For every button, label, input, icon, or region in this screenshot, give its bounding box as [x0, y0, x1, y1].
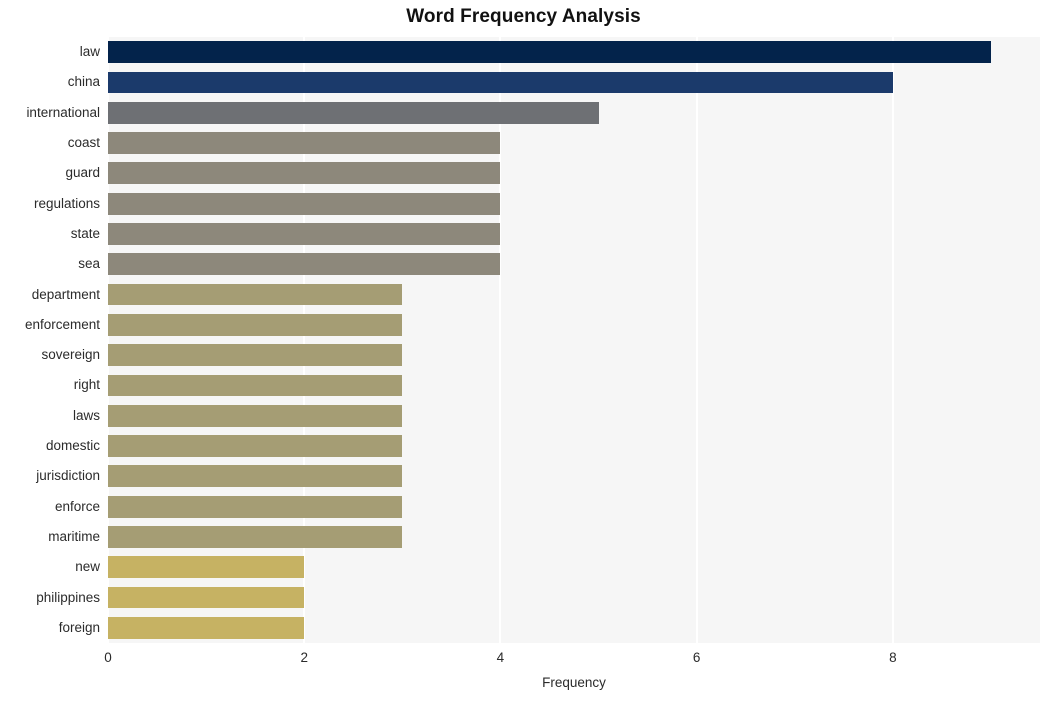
x-tick-label-6: 6: [692, 650, 701, 665]
y-tick-label-sovereign: sovereign: [41, 347, 100, 363]
x-axis-label: Frequency: [542, 675, 606, 690]
x-tick-label-2: 2: [300, 650, 308, 665]
x-tick-label-4: 4: [496, 650, 505, 665]
y-tick-label-new: new: [75, 559, 100, 575]
y-tick-label-department: department: [31, 286, 100, 302]
y-tick-label-international: international: [26, 104, 100, 120]
y-tick-label-maritime: maritime: [48, 528, 100, 544]
y-tick-label-coast: coast: [67, 135, 100, 151]
y-tick-label-sea: sea: [78, 256, 100, 272]
y-tick-label-law: law: [79, 44, 100, 60]
y-tick-label-right: right: [73, 377, 100, 393]
page-title: Word Frequency Analysis: [406, 6, 641, 27]
y-tick-label-jurisdiction: jurisdiction: [36, 468, 100, 484]
y-tick-label-laws: laws: [72, 407, 100, 423]
y-tick-label-foreign: foreign: [58, 619, 100, 635]
x-tick-label-8: 8: [889, 650, 897, 665]
y-tick-label-guard: guard: [65, 165, 100, 181]
y-axis-tick-labels: law china international coast guard regulatio…: [0, 37, 1047, 643]
y-tick-label-philippines: philippines: [36, 589, 100, 605]
y-tick-label-china: china: [67, 74, 100, 90]
y-tick-label-enforcement: enforcement: [24, 316, 100, 332]
y-tick-label-state: state: [70, 225, 100, 241]
y-tick-label-regulations: regulations: [33, 195, 100, 211]
chart-figure: Word Frequency Analysis law china internat…: [0, 0, 1047, 701]
y-tick-label-domestic: domestic: [45, 438, 100, 454]
y-tick-label-enforce: enforce: [54, 498, 100, 514]
x-axis-tick-labels: 0 2 4 6 8: [0, 650, 1047, 672]
x-tick-label-0: 0: [104, 650, 112, 665]
